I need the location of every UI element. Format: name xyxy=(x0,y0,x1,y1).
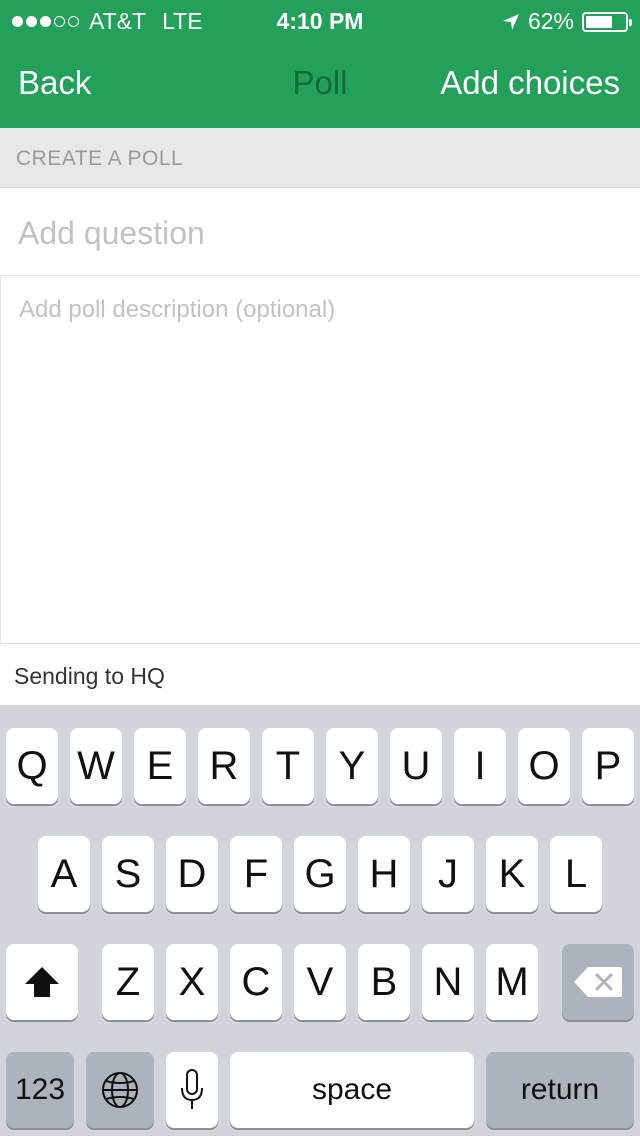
key-f[interactable]: F xyxy=(230,836,282,912)
key-n[interactable]: N xyxy=(422,944,474,1020)
microphone-key[interactable] xyxy=(166,1052,218,1128)
keyboard: Q W E R T Y U I O P A S D F G H J K L Z … xyxy=(0,705,640,1136)
delete-key[interactable] xyxy=(562,944,634,1020)
question-placeholder: Add question xyxy=(18,215,205,251)
key-x[interactable]: X xyxy=(166,944,218,1020)
microphone-icon xyxy=(181,1069,203,1109)
key-k[interactable]: K xyxy=(486,836,538,912)
key-t[interactable]: T xyxy=(262,728,314,804)
numbers-key[interactable]: 123 xyxy=(6,1052,74,1128)
recipient-bar[interactable]: Sending to HQ xyxy=(0,643,640,705)
key-d[interactable]: D xyxy=(166,836,218,912)
space-key[interactable]: space xyxy=(230,1052,474,1128)
description-placeholder: Add poll description (optional) xyxy=(19,296,336,323)
key-z[interactable]: Z xyxy=(102,944,154,1020)
location-arrow-icon xyxy=(502,13,519,30)
nav-bar: Back Poll Add choices xyxy=(0,40,640,128)
key-p[interactable]: P xyxy=(582,728,634,804)
globe-key[interactable] xyxy=(86,1052,154,1128)
key-e[interactable]: E xyxy=(134,728,186,804)
key-y[interactable]: Y xyxy=(326,728,378,804)
status-bar: AT&T LTE 4:10 PM 62% xyxy=(0,0,640,40)
delete-icon xyxy=(574,967,622,997)
shift-icon xyxy=(25,967,59,997)
recipient-label: Sending to HQ xyxy=(14,663,165,689)
battery-percent: 62% xyxy=(527,8,574,34)
key-v[interactable]: V xyxy=(294,944,346,1020)
key-j[interactable]: J xyxy=(422,836,474,912)
question-input[interactable]: Add question xyxy=(0,188,640,276)
key-r[interactable]: R xyxy=(198,728,250,804)
section-header: CREATE A POLL xyxy=(0,128,640,188)
key-s[interactable]: S xyxy=(102,836,154,912)
globe-icon xyxy=(102,1072,138,1108)
description-textarea[interactable]: Add poll description (optional) xyxy=(0,276,640,644)
status-right: 62% xyxy=(502,8,632,35)
key-i[interactable]: I xyxy=(454,728,506,804)
add-choices-button[interactable]: Add choices xyxy=(440,64,620,102)
return-key[interactable]: return xyxy=(486,1052,634,1128)
key-b[interactable]: B xyxy=(358,944,410,1020)
app-header: AT&T LTE 4:10 PM 62% Back Poll Add choic… xyxy=(0,0,640,128)
key-q[interactable]: Q xyxy=(6,728,58,804)
key-u[interactable]: U xyxy=(390,728,442,804)
shift-key[interactable] xyxy=(6,944,78,1020)
key-m[interactable]: M xyxy=(486,944,538,1020)
key-w[interactable]: W xyxy=(70,728,122,804)
key-l[interactable]: L xyxy=(550,836,602,912)
key-o[interactable]: O xyxy=(518,728,570,804)
key-g[interactable]: G xyxy=(294,836,346,912)
key-a[interactable]: A xyxy=(38,836,90,912)
key-c[interactable]: C xyxy=(230,944,282,1020)
section-header-label: CREATE A POLL xyxy=(16,147,184,170)
battery-icon xyxy=(582,11,632,32)
key-h[interactable]: H xyxy=(358,836,410,912)
